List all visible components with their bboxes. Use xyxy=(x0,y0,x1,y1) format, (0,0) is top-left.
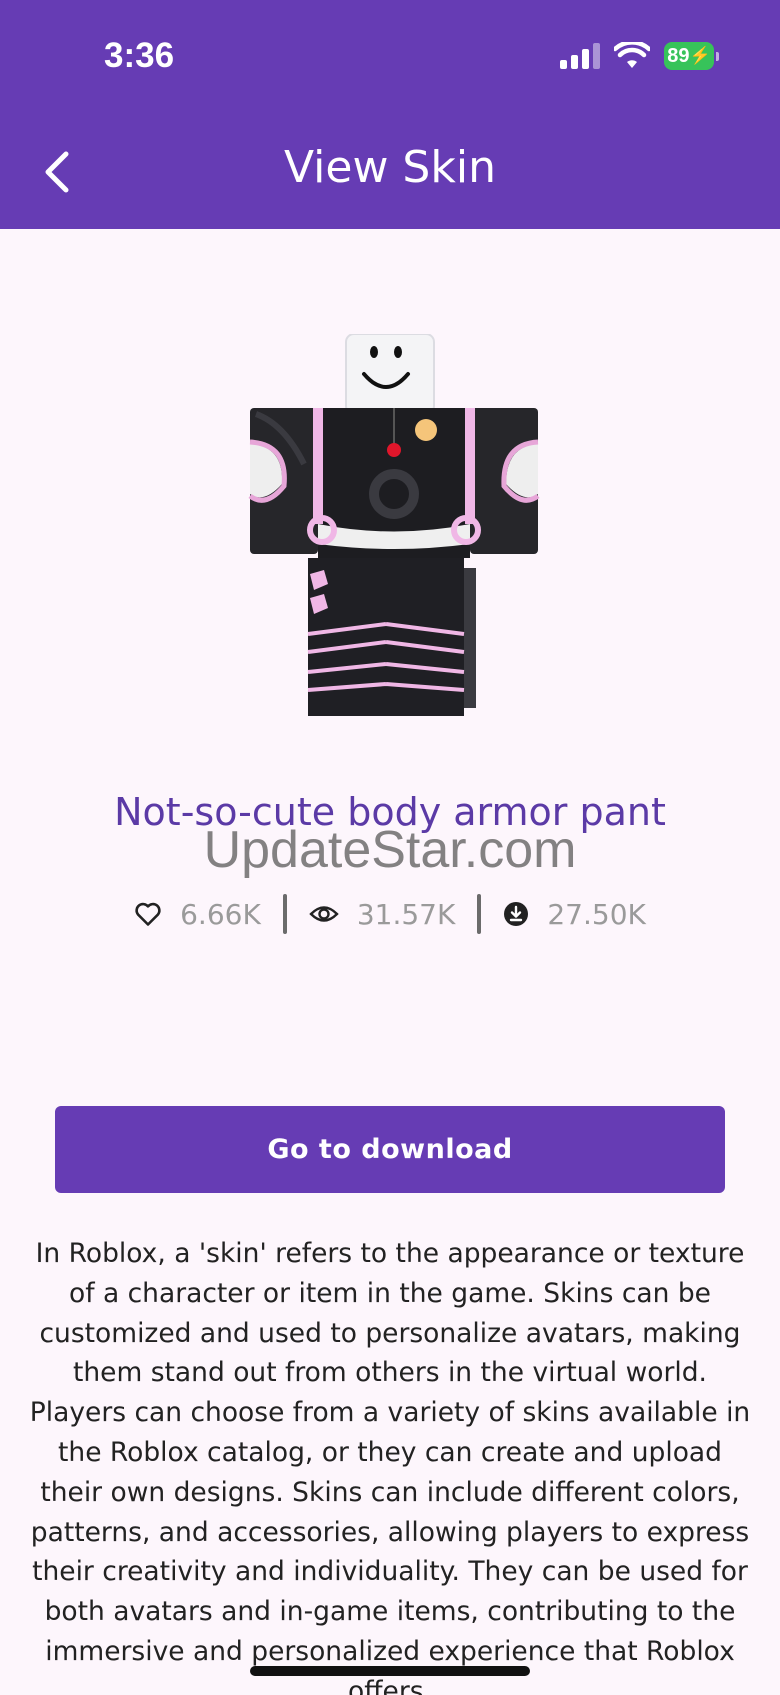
skin-stats: 6.66K 31.57K 27.50K xyxy=(0,892,780,936)
status-time: 3:36 xyxy=(104,36,175,75)
status-icons: 89 ⚡ xyxy=(560,40,719,72)
signal-icon xyxy=(560,43,600,69)
downloads-stat: 27.50K xyxy=(481,898,668,931)
likes-count: 6.66K xyxy=(180,897,261,931)
views-stat: 31.57K xyxy=(287,898,478,931)
downloads-count: 27.50K xyxy=(547,897,646,931)
heart-icon xyxy=(135,902,161,926)
go-to-download-button[interactable]: Go to download xyxy=(55,1106,725,1193)
battery-icon: 89 ⚡ xyxy=(664,42,719,70)
views-count: 31.57K xyxy=(356,897,456,931)
page-title: View Skin xyxy=(284,142,496,193)
skin-description: In Roblox, a 'skin' refers to the appear… xyxy=(29,1238,751,1695)
skin-preview-image xyxy=(248,334,540,716)
charging-bolt-icon: ⚡ xyxy=(689,46,711,65)
wifi-icon xyxy=(614,42,650,68)
eye-icon xyxy=(309,906,339,922)
app-bar: 3:36 89 ⚡ View Skin xyxy=(0,0,780,229)
watermark: UpdateStar.com xyxy=(203,821,577,879)
home-indicator[interactable] xyxy=(250,1666,530,1676)
likes-stat: 6.66K xyxy=(112,898,283,931)
download-icon xyxy=(504,902,529,926)
battery-level: 89 xyxy=(667,44,690,67)
